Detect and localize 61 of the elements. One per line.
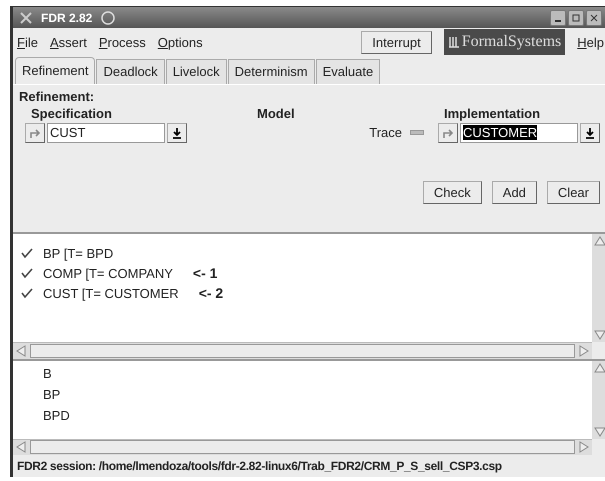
maximize-icon xyxy=(572,14,580,22)
menu-item[interactable]: File xyxy=(17,34,38,50)
annotation-text: <- 2 xyxy=(198,285,224,302)
menu-item[interactable]: Help xyxy=(577,34,604,50)
minimize-icon xyxy=(554,20,562,22)
process-name[interactable]: BP xyxy=(43,387,60,402)
model-option-button[interactable] xyxy=(410,130,424,136)
menu-item[interactable]: Assert xyxy=(50,34,87,50)
interrupt-button[interactable]: Interrupt xyxy=(361,30,432,54)
assertion-text[interactable]: COMP [T= COMPANY xyxy=(43,266,173,281)
download-arrow-icon xyxy=(172,126,182,139)
implementation-label: Implementation xyxy=(444,106,542,121)
menu-item[interactable]: Process xyxy=(98,34,146,50)
arrow-up-icon[interactable] xyxy=(594,362,605,373)
load-button[interactable] xyxy=(580,122,600,143)
vertical-scrollbar[interactable] xyxy=(592,234,605,342)
tab[interactable]: Refinement xyxy=(15,56,96,84)
process-field[interactable]: CUST xyxy=(47,122,165,143)
arrow-down-icon[interactable] xyxy=(594,330,605,340)
status-text: FDR2 session: /home/lmendoza/tools/fdr-2.82-linux6/Trab_FDR2/CRM_P_S_sell_CSP3.csp xyxy=(16,458,503,475)
scrollbar-thumb[interactable] xyxy=(30,344,575,358)
arrow-left-icon[interactable] xyxy=(16,345,26,358)
load-button[interactable] xyxy=(167,122,187,143)
horizontal-scrollbar[interactable] xyxy=(13,342,592,359)
minimize-button[interactable] xyxy=(550,10,566,26)
action-button[interactable]: Add xyxy=(492,180,537,204)
process-field[interactable]: CUSTOMER xyxy=(460,122,578,143)
vertical-scrollbar[interactable] xyxy=(592,360,605,439)
model-value: Trace xyxy=(369,125,402,140)
window-title: FDR 2.82 xyxy=(41,10,92,25)
action-button[interactable]: Clear xyxy=(546,180,600,204)
model-label: Model xyxy=(257,106,296,121)
bent-arrow-icon xyxy=(442,128,454,138)
assertion-text[interactable]: BP [T= BPD xyxy=(43,246,114,261)
annotation-text: <- 1 xyxy=(192,265,218,282)
arrow-down-icon[interactable] xyxy=(594,426,605,437)
close-icon xyxy=(590,14,598,22)
menu-item[interactable]: Options xyxy=(158,34,203,50)
logo: FormalSystems xyxy=(444,29,566,56)
arrow-up-icon[interactable] xyxy=(594,236,605,246)
reuse-button[interactable] xyxy=(438,122,458,143)
reuse-button[interactable] xyxy=(25,122,45,143)
specification-label: Specification xyxy=(31,106,113,121)
arrow-right-icon[interactable] xyxy=(579,441,589,454)
horizontal-scrollbar[interactable] xyxy=(13,438,592,455)
scrollbar-thumb[interactable] xyxy=(30,440,575,454)
arrow-left-icon[interactable] xyxy=(16,441,26,454)
process-name[interactable]: BPD xyxy=(43,408,70,424)
section-heading: Refinement: xyxy=(19,88,96,104)
arrow-right-icon[interactable] xyxy=(579,345,589,358)
tab[interactable]: Deadlock xyxy=(96,58,165,84)
tab[interactable]: Determinism xyxy=(228,58,315,84)
download-arrow-icon xyxy=(585,126,595,139)
bent-arrow-icon xyxy=(29,128,41,138)
assertion-text[interactable]: CUST [T= CUSTOMER xyxy=(43,286,179,301)
close-button[interactable] xyxy=(586,10,602,26)
process-name[interactable]: B xyxy=(43,366,52,382)
tab[interactable]: Livelock xyxy=(166,58,227,84)
action-button[interactable]: Check xyxy=(422,180,482,204)
tab[interactable]: Evaluate xyxy=(316,58,380,84)
maximize-button[interactable] xyxy=(568,10,584,26)
